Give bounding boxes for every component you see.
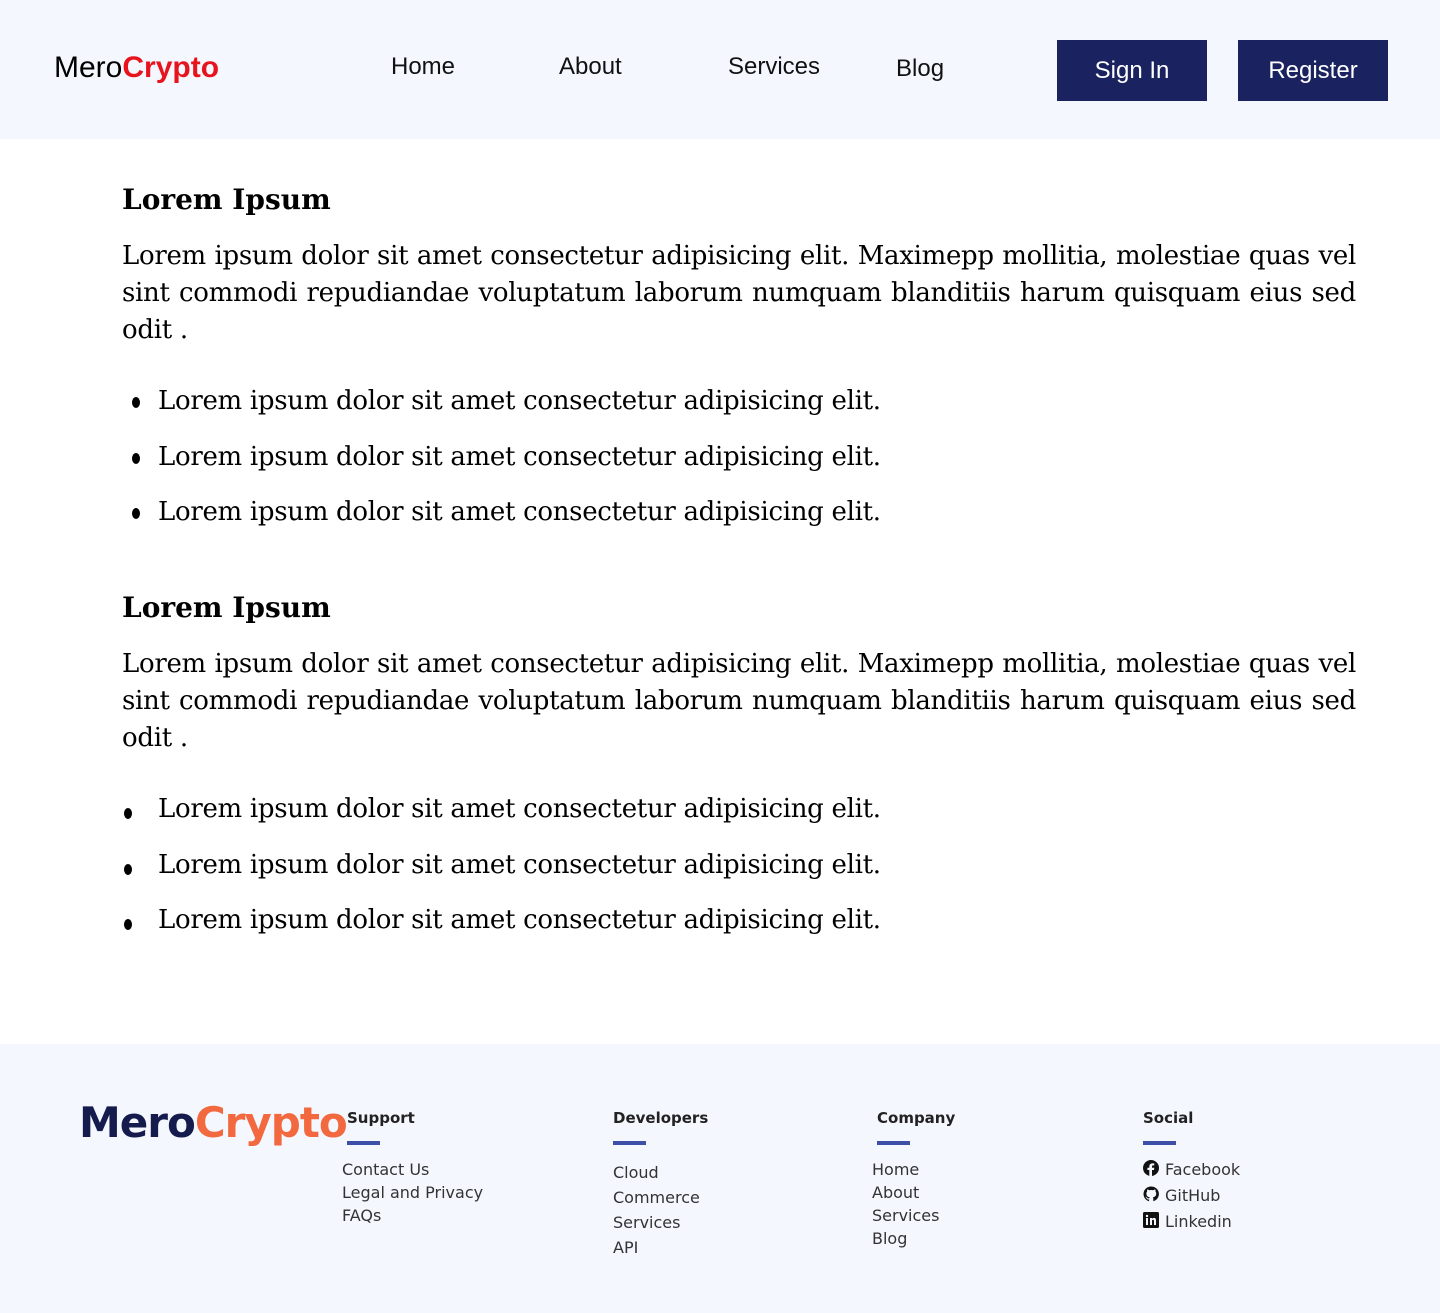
section-paragraph: Lorem ipsum dolor sit amet consectetur a…	[122, 649, 1356, 753]
bullet-icon	[132, 397, 140, 408]
footer-column-title: Developers	[613, 1109, 709, 1127]
bullet-list: Lorem ipsum dolor sit amet consectetur a…	[122, 791, 1356, 939]
nav-blog[interactable]: Blog	[896, 54, 944, 84]
nav-services[interactable]: Services	[728, 52, 820, 82]
footer-logo-accent: Crypto	[194, 1098, 348, 1147]
footer-link-github[interactable]: GitHub	[1143, 1183, 1240, 1209]
footer-link-cloud[interactable]: Cloud	[613, 1160, 708, 1185]
footer-link-api[interactable]: API	[613, 1235, 708, 1260]
bullet-icon	[124, 919, 132, 930]
footer-column-company: Company Home About Services Blog	[872, 1108, 956, 1250]
github-label: GitHub	[1165, 1186, 1221, 1205]
footer-link-home[interactable]: Home	[872, 1158, 955, 1181]
sign-in-button[interactable]: Sign In	[1057, 40, 1207, 101]
footer-logo[interactable]: MeroCrypto	[79, 1098, 348, 1148]
facebook-label: Facebook	[1165, 1160, 1241, 1179]
footer-column-developers: Developers Cloud Commerce Services API	[613, 1108, 708, 1260]
github-icon	[1143, 1184, 1159, 1209]
list-item-text: Lorem ipsum dolor sit amet consectetur a…	[158, 905, 881, 935]
list-item: Lorem ipsum dolor sit amet consectetur a…	[122, 494, 1356, 531]
footer-title-underline	[877, 1141, 910, 1145]
list-item-text: Lorem ipsum dolor sit amet consectetur a…	[158, 386, 881, 416]
footer-column-title: Company	[877, 1109, 956, 1127]
nav-about[interactable]: About	[559, 52, 622, 82]
content-section: Lorem Ipsum Lorem ipsum dolor sit amet c…	[122, 588, 1356, 958]
section-paragraph: Lorem ipsum dolor sit amet consectetur a…	[122, 241, 1356, 345]
list-item: Lorem ipsum dolor sit amet consectetur a…	[122, 791, 1356, 828]
list-item-text: Lorem ipsum dolor sit amet consectetur a…	[158, 849, 881, 880]
footer-link-legal-privacy[interactable]: Legal and Privacy	[342, 1181, 483, 1204]
list-item-text: Lorem ipsum dolor sit amet consectetur a…	[158, 497, 881, 527]
section-heading: Lorem Ipsum	[122, 591, 331, 624]
list-item: Lorem ipsum dolor sit amet consectetur a…	[122, 902, 1356, 939]
nav-home[interactable]: Home	[391, 52, 455, 82]
list-item: Lorem ipsum dolor sit amet consectetur a…	[122, 847, 1356, 884]
footer-link-services[interactable]: Services	[613, 1210, 708, 1235]
facebook-icon	[1143, 1158, 1159, 1183]
bullet-icon	[124, 808, 132, 819]
footer-link-list: Contact Us Legal and Privacy FAQs	[342, 1158, 483, 1227]
footer-column-social: Social Facebook GitHub Linkedin	[1143, 1108, 1240, 1235]
footer-title-underline	[1143, 1141, 1176, 1145]
bullet-icon	[124, 863, 132, 875]
footer-title-underline	[613, 1141, 646, 1145]
register-button[interactable]: Register	[1238, 40, 1388, 101]
footer-logo-primary: Mero	[79, 1098, 196, 1147]
footer-title-underline	[347, 1141, 380, 1145]
footer-link-contact-us[interactable]: Contact Us	[342, 1158, 483, 1181]
bullet-icon	[132, 452, 140, 464]
linkedin-icon	[1143, 1210, 1159, 1235]
site-footer: MeroCrypto Support Contact Us Legal and …	[0, 1044, 1440, 1313]
logo-primary: Mero	[54, 51, 123, 84]
footer-link-list: Cloud Commerce Services API	[613, 1160, 708, 1260]
footer-link-linkedin[interactable]: Linkedin	[1143, 1209, 1240, 1235]
logo-accent: Crypto	[122, 51, 220, 84]
bullet-icon	[132, 508, 140, 519]
list-item-text: Lorem ipsum dolor sit amet consectetur a…	[158, 794, 881, 824]
list-item: Lorem ipsum dolor sit amet consectetur a…	[122, 383, 1356, 420]
footer-link-list: Home About Services Blog	[872, 1158, 955, 1250]
footer-link-about[interactable]: About	[872, 1181, 955, 1204]
footer-link-blog[interactable]: Blog	[872, 1227, 955, 1250]
header-logo[interactable]: MeroCrypto	[54, 48, 219, 88]
footer-link-commerce[interactable]: Commerce	[613, 1185, 708, 1210]
bullet-list: Lorem ipsum dolor sit amet consectetur a…	[122, 383, 1356, 531]
footer-link-list: Facebook GitHub Linkedin	[1143, 1157, 1240, 1235]
footer-link-facebook[interactable]: Facebook	[1143, 1157, 1240, 1183]
list-item: Lorem ipsum dolor sit amet consectetur a…	[122, 439, 1356, 476]
section-heading: Lorem Ipsum	[122, 183, 331, 216]
footer-link-faqs[interactable]: FAQs	[342, 1204, 483, 1227]
footer-column-title: Support	[347, 1109, 415, 1127]
footer-column-support: Support Contact Us Legal and Privacy FAQ…	[342, 1108, 483, 1227]
list-item-text: Lorem ipsum dolor sit amet consectetur a…	[158, 441, 881, 472]
footer-link-services[interactable]: Services	[872, 1204, 955, 1227]
footer-column-title: Social	[1143, 1109, 1194, 1127]
content-section: Lorem Ipsum Lorem ipsum dolor sit amet c…	[122, 180, 1356, 550]
site-header: MeroCrypto Home About Services Blog Sign…	[0, 0, 1440, 139]
linkedin-label: Linkedin	[1165, 1212, 1232, 1231]
